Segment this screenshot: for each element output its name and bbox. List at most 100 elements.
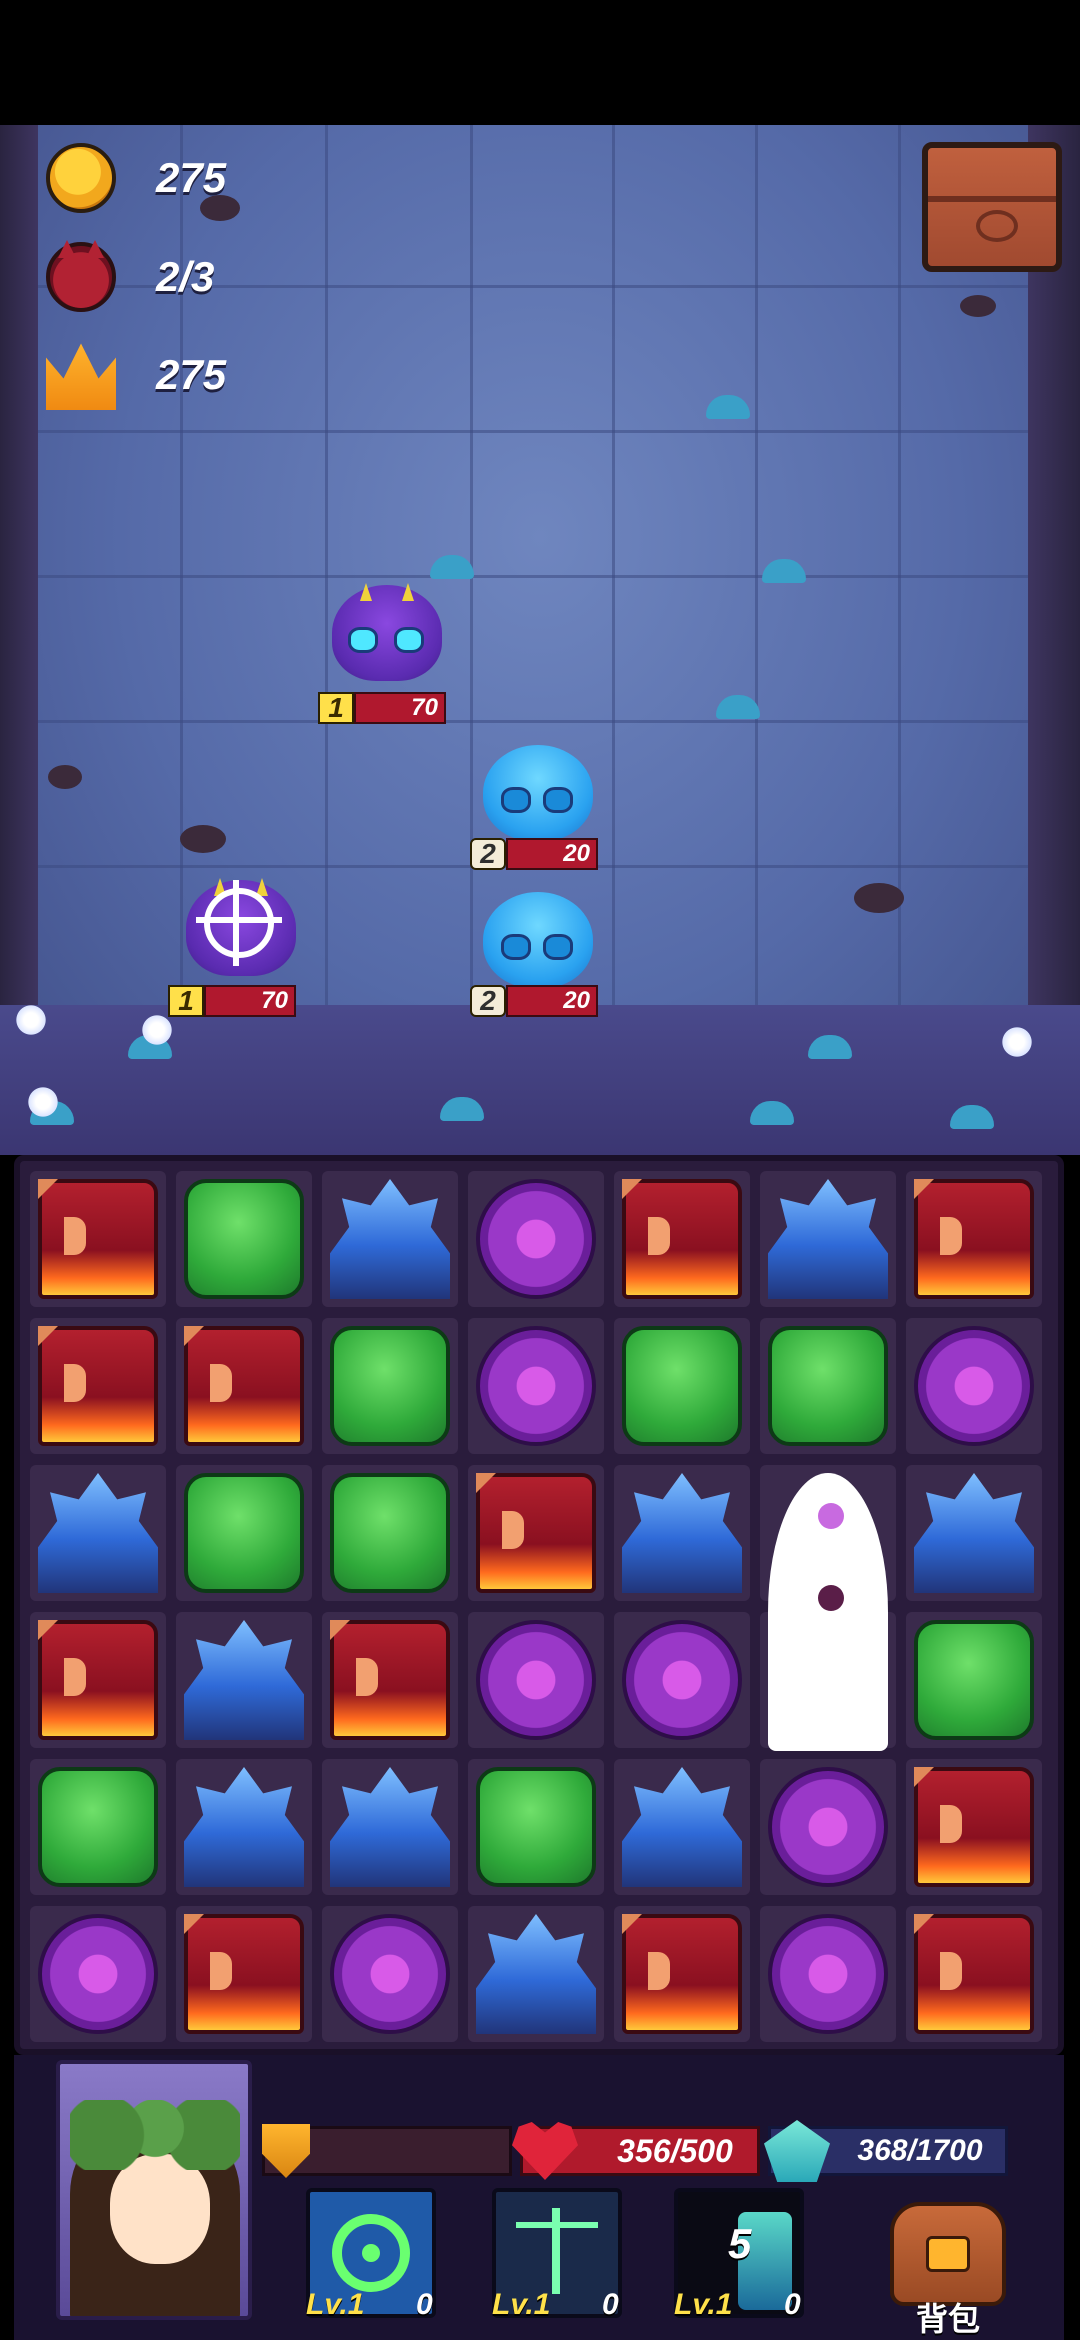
board-cell[interactable] [30,1612,166,1748]
board-cell[interactable] [176,1759,312,1895]
board-cell[interactable] [468,1465,604,1601]
board-cell[interactable] [30,1318,166,1454]
board-cell[interactable] [30,1906,166,2042]
purple-gem[interactable] [476,1179,596,1299]
board-cell[interactable] [322,1612,458,1748]
board-cell[interactable] [906,1465,1042,1601]
blue-gem[interactable] [184,1767,304,1887]
board-cell[interactable] [176,1171,312,1307]
red-gem[interactable] [914,1179,1034,1299]
purple-gem[interactable] [476,1620,596,1740]
board-cell[interactable] [322,1171,458,1307]
red-gem[interactable] [38,1179,158,1299]
blue-gem[interactable] [38,1473,158,1593]
enemy-hp: 70 [204,985,296,1017]
board-cell[interactable] [30,1465,166,1601]
chest-button[interactable] [922,142,1062,272]
board-cell[interactable] [468,1759,604,1895]
red-gem[interactable] [330,1620,450,1740]
board-cell[interactable] [906,1171,1042,1307]
green-gem[interactable] [184,1179,304,1299]
hero-portrait[interactable] [56,2060,252,2320]
purple-gem[interactable] [768,1767,888,1887]
board-cell[interactable] [322,1465,458,1601]
special-gem[interactable] [768,1473,888,1751]
enemy-status: 2 20 [470,985,598,1017]
board-cell[interactable] [614,1318,750,1454]
red-gem[interactable] [622,1914,742,2034]
board-cell[interactable] [760,1906,896,2042]
board-cell[interactable] [468,1318,604,1454]
blue-gem[interactable] [622,1473,742,1593]
board-cell[interactable] [614,1171,750,1307]
board-cell[interactable] [468,1171,604,1307]
hp-text: 356/500 [617,2132,733,2169]
green-gem[interactable] [476,1767,596,1887]
board-cell[interactable] [760,1465,896,1751]
purple-gem[interactable] [476,1326,596,1446]
board-cell[interactable] [614,1759,750,1895]
board-cell[interactable] [906,1318,1042,1454]
board-cell[interactable] [176,1906,312,2042]
board-cell[interactable] [30,1759,166,1895]
floor-tile-line [612,125,615,1005]
grass-tuft [716,695,760,719]
board-cell[interactable] [322,1318,458,1454]
red-gem[interactable] [184,1326,304,1446]
blue-gem[interactable] [330,1767,450,1887]
enemy-blue-slime[interactable] [473,735,603,845]
target-reticle-icon [196,880,282,966]
blue-gem[interactable] [184,1620,304,1740]
red-gem[interactable] [476,1473,596,1593]
blue-gem[interactable] [330,1179,450,1299]
enemy-body [332,583,442,681]
green-gem[interactable] [330,1473,450,1593]
enemy-blue-slime[interactable] [473,882,603,992]
purple-gem[interactable] [768,1914,888,2034]
enemy-status: 2 20 [470,838,598,870]
green-gem[interactable] [768,1326,888,1446]
red-gem[interactable] [622,1179,742,1299]
enemy-body [483,892,593,988]
board-cell[interactable] [614,1906,750,2042]
red-gem[interactable] [38,1326,158,1446]
green-gem[interactable] [330,1326,450,1446]
board-cell[interactable] [906,1759,1042,1895]
board-cell[interactable] [176,1612,312,1748]
board-cell[interactable] [614,1612,750,1748]
enemy-purple-beetle[interactable] [176,870,306,980]
board-cell[interactable] [176,1465,312,1601]
green-gem[interactable] [184,1473,304,1593]
board-cell[interactable] [614,1465,750,1601]
blue-gem[interactable] [914,1473,1034,1593]
board-cell[interactable] [322,1759,458,1895]
purple-gem[interactable] [914,1326,1034,1446]
board-cell[interactable] [30,1171,166,1307]
blue-gem[interactable] [768,1179,888,1299]
board-cell[interactable] [322,1906,458,2042]
green-gem[interactable] [622,1326,742,1446]
board-cell[interactable] [468,1906,604,2042]
red-gem[interactable] [38,1620,158,1740]
red-gem[interactable] [914,1767,1034,1887]
right-wall [1028,125,1080,1155]
blue-gem[interactable] [476,1914,596,2034]
purple-gem[interactable] [622,1620,742,1740]
board-cell[interactable] [760,1171,896,1307]
board-cell[interactable] [906,1906,1042,2042]
red-gem[interactable] [184,1914,304,2034]
board-cell[interactable] [176,1318,312,1454]
backpack-button[interactable]: 背包 [884,2196,1012,2337]
purple-gem[interactable] [330,1914,450,2034]
board-cell[interactable] [468,1612,604,1748]
board-cell[interactable] [760,1318,896,1454]
enemy-eye [501,787,531,813]
board-cell[interactable] [906,1612,1042,1748]
blue-gem[interactable] [622,1767,742,1887]
green-gem[interactable] [914,1620,1034,1740]
green-gem[interactable] [38,1767,158,1887]
purple-gem[interactable] [38,1914,158,2034]
red-gem[interactable] [914,1914,1034,2034]
board-cell[interactable] [760,1759,896,1895]
enemy-purple-beetle[interactable] [322,575,452,685]
